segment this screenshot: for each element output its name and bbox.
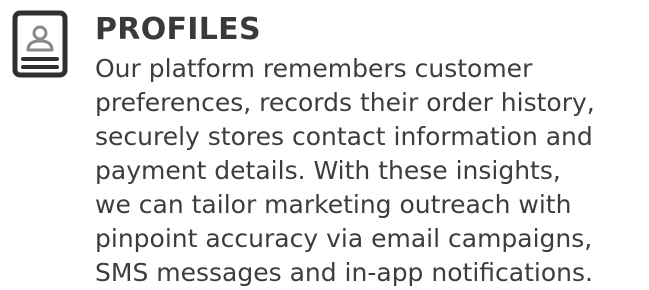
profiles-feature-block: PROFILES Our platform remembers customer…: [12, 10, 642, 287]
description-line: Our platform remembers customer: [95, 54, 533, 83]
description-line: SMS messages and in-app notifications.: [95, 258, 593, 287]
feature-text: PROFILES Our platform remembers customer…: [95, 12, 643, 290]
description-line: payment details. With these insights,: [95, 156, 561, 185]
profile-card-icon: [12, 10, 72, 82]
feature-description: Our platform remembers customer preferen…: [95, 52, 643, 290]
feature-title: PROFILES: [95, 12, 261, 47]
description-line: securely stores contact information and: [95, 122, 593, 151]
description-line: pinpoint accuracy via email campaigns,: [95, 224, 593, 253]
description-line: preferences, records their order history…: [95, 88, 595, 117]
description-line: we can tailor marketing outreach with: [95, 190, 572, 219]
